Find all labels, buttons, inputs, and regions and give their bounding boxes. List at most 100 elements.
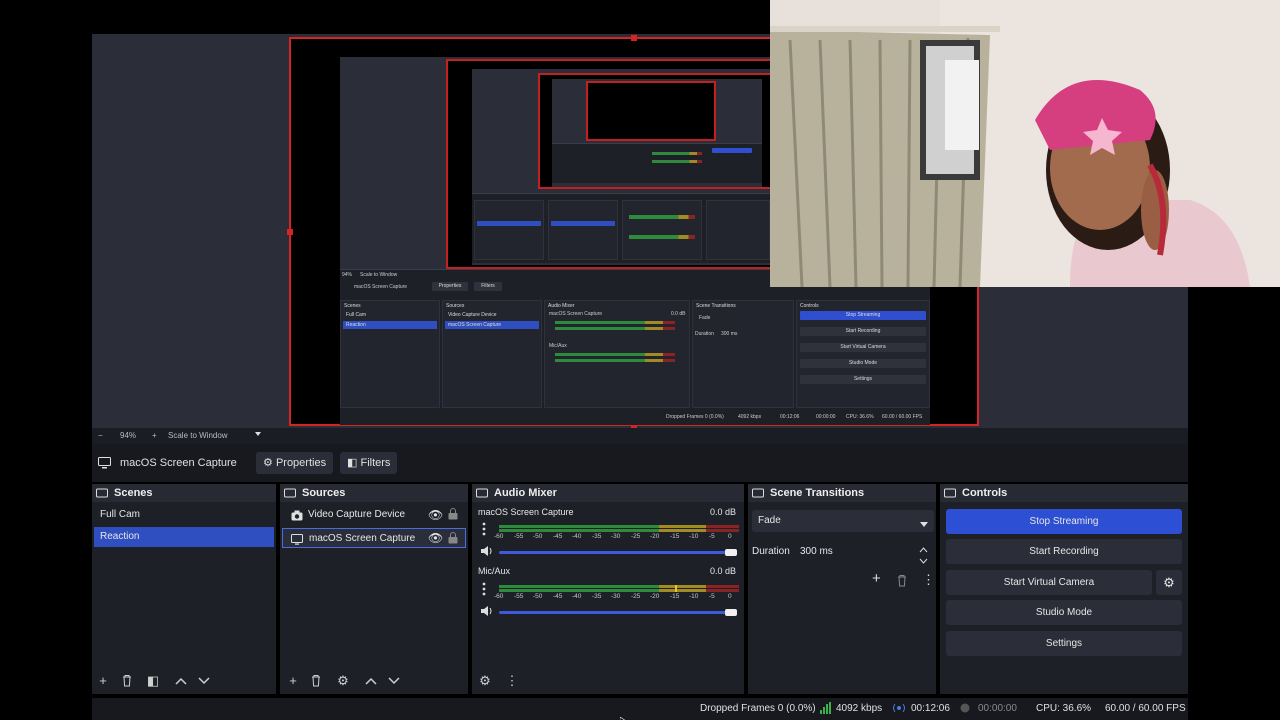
chevron-down-icon[interactable] [919, 553, 928, 567]
nested-controls-title: Controls [800, 303, 819, 309]
trash-icon[interactable] [309, 674, 323, 688]
nested-meter [652, 152, 702, 155]
controls-dock: Controls Stop Streaming Start Recording … [940, 484, 1188, 694]
zoom-out-button[interactable]: − [98, 431, 103, 440]
nested-status-dropped: Dropped Frames 0 (0.0%) [666, 414, 724, 420]
meter-scale-tick: -60 [494, 593, 504, 600]
eye-icon[interactable]: 👁 [428, 505, 443, 525]
nested-preview-frame-2 [538, 73, 778, 189]
meter-scale-tick: 0 [728, 593, 732, 600]
scene-item-full-cam[interactable]: Full Cam [94, 505, 274, 525]
scene-transitions-dock: Scene Transitions Fade Duration 300 ms +… [748, 484, 936, 694]
meter-scale-tick: -60 [494, 533, 504, 540]
more-options-icon[interactable] [482, 522, 486, 539]
scene-item-reaction[interactable]: Reaction [94, 527, 274, 547]
add-transition-button[interactable]: + [872, 570, 881, 587]
add-source-button[interactable]: + [286, 674, 300, 688]
nested-control-button: Stop Streaming [800, 311, 926, 320]
sources-list: Video Capture Device 👁 macOS Screen Capt… [280, 504, 468, 668]
source-item-video-capture[interactable]: Video Capture Device 👁 [282, 505, 466, 525]
meter-scale-tick: -25 [631, 533, 641, 540]
sources-icon [284, 488, 296, 498]
filter-icon[interactable]: ◧ [146, 674, 160, 688]
properties-button[interactable]: ⚙ Properties [256, 452, 334, 474]
transition-select[interactable]: Fade [752, 510, 934, 532]
more-options-icon[interactable] [482, 582, 486, 599]
nested-source-item: macOS Screen Capture [445, 321, 539, 329]
scale-mode-select[interactable]: Scale to Window [168, 431, 228, 440]
zoom-bar: − 94% + Scale to Window [92, 428, 1188, 444]
nested-status-cpu: CPU: 36.6% [846, 414, 874, 420]
meter-scale-tick: -20 [650, 533, 660, 540]
eye-icon[interactable]: 👁 [428, 528, 443, 548]
nested-status-fps: 60.00 / 60.00 FPS [882, 414, 923, 420]
source-item-screen-capture[interactable]: macOS Screen Capture 👁 [282, 528, 466, 548]
mixer-channel-level: 0.0 dB [710, 566, 737, 576]
source-label: Video Capture Device [308, 509, 406, 520]
lock-icon[interactable] [448, 508, 458, 528]
properties-label: Properties [275, 457, 327, 469]
resize-handle[interactable] [287, 229, 293, 235]
scene-transitions-title-label: Scene Transitions [770, 487, 865, 499]
meter-scale-tick: -10 [689, 533, 699, 540]
stop-streaming-button[interactable]: Stop Streaming [946, 509, 1182, 534]
nested-controls-panel: Controls Stop Streaming Start Recording … [796, 300, 930, 408]
monitor-icon [291, 533, 303, 553]
nested-filters-button: Filters [474, 282, 502, 291]
nested-scene-selected [477, 221, 541, 226]
move-down-icon[interactable] [197, 674, 211, 688]
nested-transitions-panel: Scene Transitions Fade Duration 300 ms [692, 300, 794, 408]
gear-icon[interactable]: ⚙ [336, 674, 350, 688]
fps: 60.00 / 60.00 FPS [1105, 703, 1186, 714]
studio-mode-button[interactable]: Studio Mode [946, 600, 1182, 625]
mouse-cursor [619, 714, 628, 720]
speaker-icon[interactable] [480, 605, 494, 620]
volume-slider-handle[interactable] [725, 549, 737, 556]
resize-handle[interactable] [631, 35, 637, 41]
meter-scale-tick: -5 [709, 593, 715, 600]
add-scene-button[interactable]: + [96, 674, 110, 688]
meter-scale-tick: -30 [611, 533, 621, 540]
gear-icon[interactable]: ⚙ [478, 674, 492, 688]
start-recording-button[interactable]: Start Recording [946, 539, 1182, 564]
zoom-in-button[interactable]: + [152, 431, 157, 440]
meter-bars [499, 525, 739, 532]
webcam-image [770, 0, 1280, 287]
move-up-icon[interactable] [174, 674, 188, 688]
volume-slider[interactable] [499, 611, 735, 614]
settings-button[interactable]: Settings [946, 631, 1182, 656]
bitrate: 4092 kbps [836, 703, 883, 714]
meter-scale-tick: -35 [592, 533, 602, 540]
volume-slider-handle[interactable] [725, 609, 737, 616]
filters-button[interactable]: ◧ Filters [340, 452, 398, 474]
caret-down-icon[interactable] [254, 430, 262, 440]
dropped-frames: Dropped Frames 0 (0.0%) [700, 703, 816, 714]
sources-title-label: Sources [302, 487, 346, 499]
transition-select-value: Fade [758, 515, 781, 526]
sources-dock: Sources Video Capture Device 👁 macOS Scr… [280, 484, 468, 694]
virtual-camera-settings-button[interactable]: ⚙ [1156, 570, 1182, 595]
scenes-footer: + ◧ [92, 668, 276, 694]
trash-icon[interactable] [896, 574, 908, 590]
nested-control-button: Studio Mode [800, 359, 926, 368]
move-up-icon[interactable] [364, 674, 378, 688]
record-icon [960, 703, 970, 716]
trash-icon[interactable] [120, 674, 134, 688]
nested-meter [555, 353, 675, 356]
more-options-icon[interactable]: ⋮ [505, 674, 519, 688]
nested-control-button: Start Recording [800, 327, 926, 336]
source-toolbar: macOS Screen Capture ⚙ Properties ◧ Filt… [92, 444, 1188, 482]
start-virtual-camera-button[interactable]: Start Virtual Camera [946, 570, 1152, 595]
audio-mixer-body: macOS Screen Capture 0.0 dB -60 -55 -50 -45… [472, 504, 744, 668]
nested-screen-2 [552, 79, 762, 187]
duration-field[interactable]: 300 ms [796, 540, 934, 564]
scenes-dock: Scenes Full Cam Reaction + ◧ [92, 484, 276, 694]
audio-mixer-title-label: Audio Mixer [494, 487, 557, 499]
lock-icon[interactable] [448, 532, 458, 552]
audio-mixer-title: Audio Mixer [472, 484, 744, 502]
duration-value: 300 ms [800, 546, 833, 557]
speaker-icon[interactable] [480, 545, 494, 560]
move-down-icon[interactable] [387, 674, 401, 688]
more-options-icon[interactable]: ⋮ [922, 572, 935, 588]
volume-slider[interactable] [499, 551, 735, 554]
